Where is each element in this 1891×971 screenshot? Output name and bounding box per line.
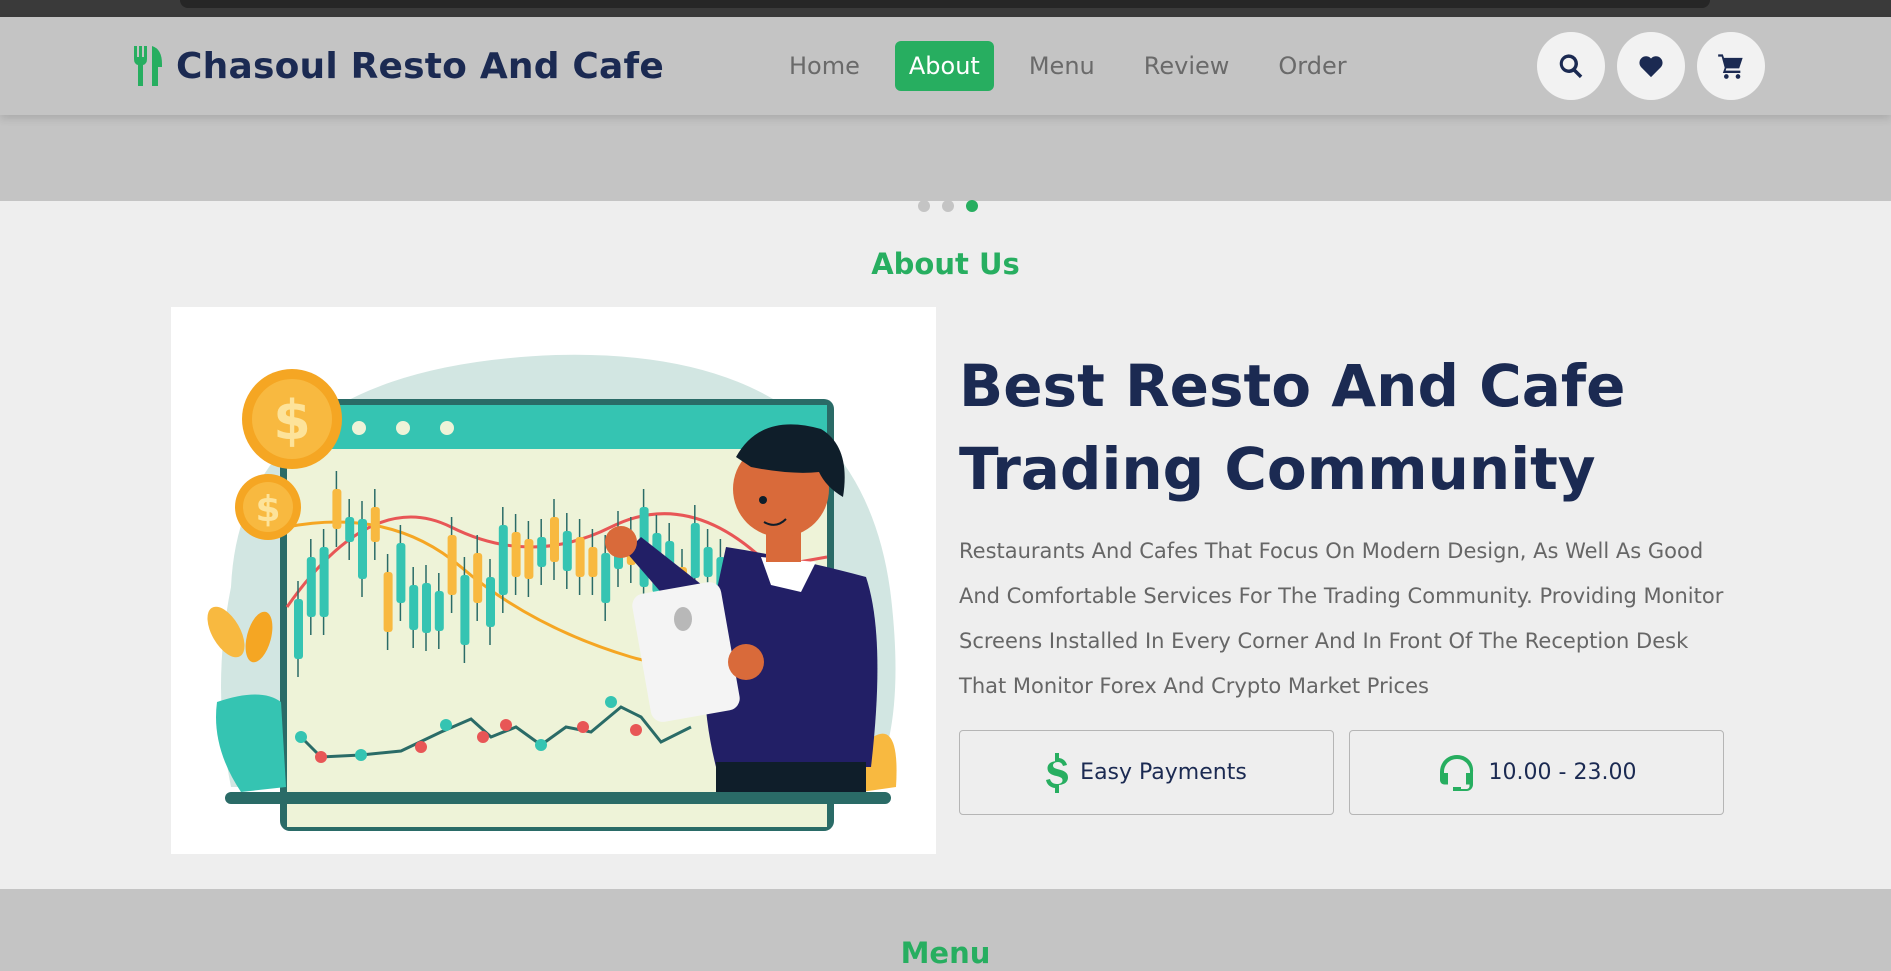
slider-dot[interactable] bbox=[918, 200, 930, 212]
candle-body bbox=[486, 577, 495, 627]
feature-opening-hours: 10.00 - 23.00 bbox=[1349, 730, 1724, 815]
slider-dot[interactable] bbox=[942, 200, 954, 212]
nav-home[interactable]: Home bbox=[775, 41, 874, 91]
browser-top-strip bbox=[0, 0, 1891, 17]
nav-review[interactable]: Review bbox=[1130, 41, 1244, 91]
candle-body bbox=[575, 537, 585, 577]
search-button[interactable] bbox=[1537, 32, 1605, 100]
headline-line-1: Best Resto And Cafe bbox=[959, 352, 1626, 420]
about-features: Easy Payments 10.00 - 23.00 bbox=[959, 730, 1724, 815]
candle-body bbox=[601, 553, 611, 603]
candle-body bbox=[460, 575, 470, 645]
candle-body bbox=[588, 547, 598, 577]
nav-about[interactable]: About bbox=[894, 41, 994, 91]
candle-body bbox=[345, 517, 355, 542]
feature-easy-payments-label: Easy Payments bbox=[1080, 760, 1247, 785]
candle-body bbox=[409, 585, 419, 630]
about-content: Best Resto And Cafe Trading Community Re… bbox=[959, 345, 1729, 709]
svg-text:$: $ bbox=[255, 489, 280, 530]
svg-text:$: $ bbox=[273, 389, 311, 452]
about-description: Restaurants And Cafes That Focus On Mode… bbox=[959, 539, 1724, 698]
candle-body bbox=[396, 543, 406, 603]
logo-text: Chasoul Resto And Cafe bbox=[176, 45, 665, 87]
candle-body bbox=[562, 531, 572, 571]
candle-body bbox=[370, 507, 380, 542]
menu-section-title: Menu bbox=[900, 936, 991, 970]
wishlist-button[interactable] bbox=[1617, 32, 1685, 100]
feature-opening-hours-label: 10.00 - 23.00 bbox=[1488, 760, 1637, 785]
search-icon bbox=[1559, 54, 1583, 79]
about-headline: Best Resto And Cafe Trading Community bbox=[959, 345, 1729, 511]
home-section-bottom bbox=[0, 115, 1891, 201]
candle-body bbox=[332, 489, 342, 529]
cart-icon bbox=[1718, 54, 1743, 79]
candle-body bbox=[434, 591, 444, 631]
candle-body bbox=[703, 547, 713, 577]
slider-dot-active[interactable] bbox=[966, 200, 978, 212]
logo[interactable]: Chasoul Resto And Cafe bbox=[132, 41, 664, 91]
header-actions bbox=[1537, 32, 1765, 100]
candle-body bbox=[294, 599, 303, 659]
dollar-icon bbox=[1046, 752, 1069, 793]
feature-easy-payments: Easy Payments bbox=[959, 730, 1334, 815]
candle-body bbox=[498, 525, 508, 595]
candle-body bbox=[473, 553, 483, 603]
slider-dots bbox=[918, 200, 978, 212]
candle-body bbox=[690, 523, 700, 578]
trader-chart-illustration: $ $ bbox=[171, 307, 936, 854]
nav-order[interactable]: Order bbox=[1264, 41, 1360, 91]
candle-body bbox=[422, 583, 431, 633]
utensils-icon bbox=[134, 46, 162, 86]
candle-body bbox=[358, 519, 367, 579]
nav-menu[interactable]: Menu bbox=[1015, 41, 1109, 91]
heart-icon bbox=[1639, 56, 1663, 78]
top-strip-bar bbox=[180, 0, 1710, 8]
candle-body bbox=[511, 532, 521, 577]
candle-body bbox=[306, 557, 316, 617]
site-header: Chasoul Resto And Cafe Home About Menu R… bbox=[0, 17, 1891, 115]
headline-line-2: Trading Community bbox=[959, 435, 1596, 503]
candle-body bbox=[319, 547, 329, 617]
cart-button[interactable] bbox=[1697, 32, 1765, 100]
candle-body bbox=[524, 539, 534, 579]
candle-body bbox=[447, 535, 457, 595]
candle-body bbox=[537, 537, 547, 567]
candle-body bbox=[550, 517, 559, 562]
headset-icon bbox=[1439, 754, 1473, 791]
candle-body bbox=[383, 572, 393, 632]
about-section-title: About Us bbox=[871, 247, 1020, 281]
main-nav: Home About Menu Review Order bbox=[775, 41, 1382, 91]
